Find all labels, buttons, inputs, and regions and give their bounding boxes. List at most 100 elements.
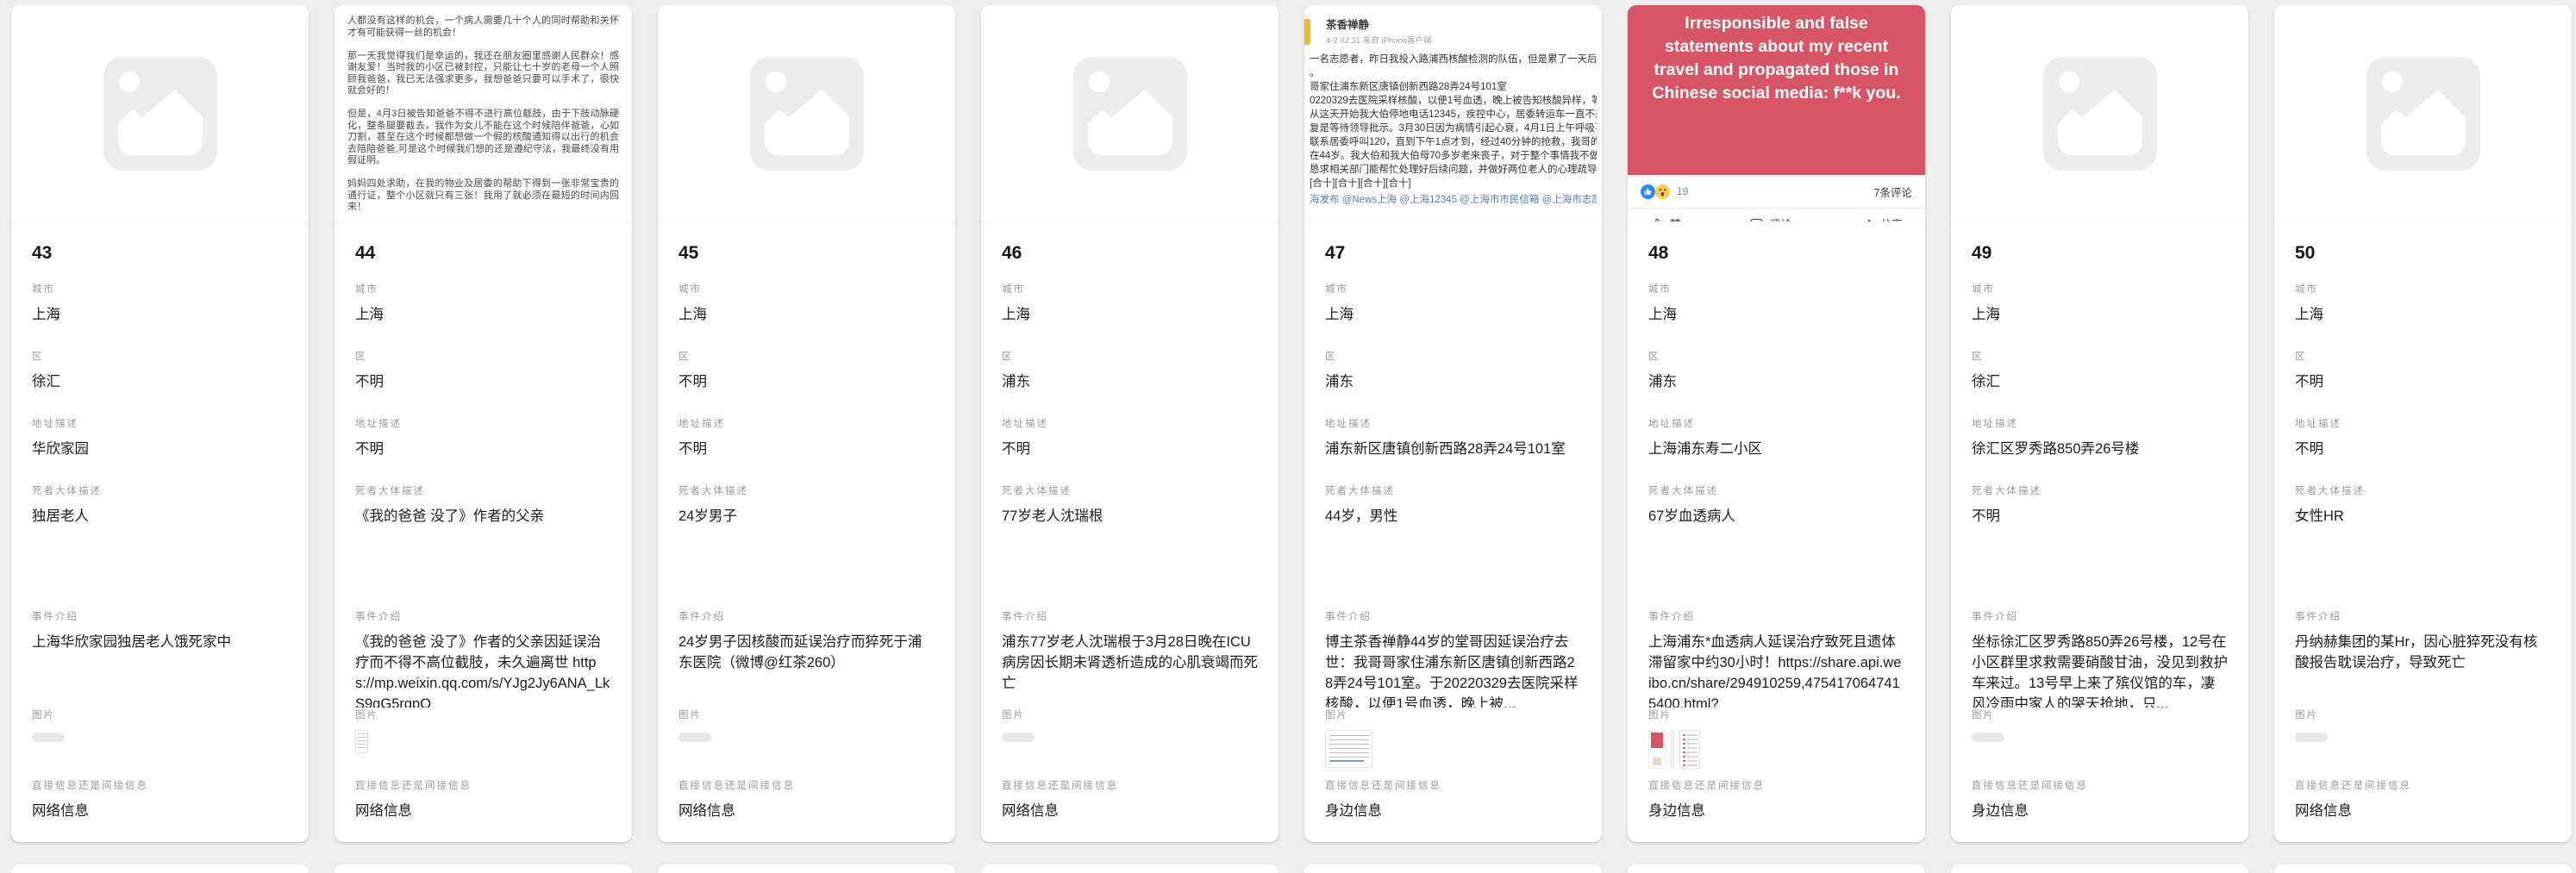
next-row-card-top[interactable] <box>1951 864 2248 873</box>
field-label-event: 事件介绍 <box>678 609 935 623</box>
field-label-district: 区 <box>1648 349 1904 363</box>
field-label-direct: 直接信息还是间接信息 <box>1972 778 2228 792</box>
field-label-direct: 直接信息还是间接信息 <box>355 778 611 792</box>
field-value-city: 上海 <box>355 304 611 325</box>
image-thumbnail[interactable] <box>678 733 711 742</box>
field-label-district: 区 <box>1002 349 1258 363</box>
field-label-image: 图片 <box>355 708 611 721</box>
share-button[interactable]: 分享 <box>1860 215 1903 222</box>
field-value-victim: 77岁老人沈瑞根 <box>1002 506 1258 527</box>
field-label-victim: 死者大体描述 <box>355 483 611 497</box>
field-label-district: 区 <box>355 349 611 363</box>
field-label-address: 地址描述 <box>1972 416 2228 430</box>
field-value-city: 上海 <box>32 304 288 325</box>
image-thumbnail[interactable] <box>355 730 368 753</box>
field-value-address: 不明 <box>355 439 611 459</box>
card-number: 48 <box>1648 243 1904 264</box>
field-value-direct: 身边信息 <box>1972 801 2228 821</box>
field-label-district: 区 <box>32 349 288 363</box>
image-thumbnail[interactable] <box>2295 733 2328 742</box>
field-label-image: 图片 <box>1648 708 1904 721</box>
field-label-district: 区 <box>2295 349 2551 363</box>
case-card-50[interactable]: 50 城市上海 区不明 地址描述不明 死者大体描述女性HR 事件介绍丹纳赫集团的… <box>2274 5 2572 842</box>
weibo-screenshot: 茶香禅静 4-2 02:31 来自 iPhone客户端 一名志愿者，昨日我投入路… <box>1304 5 1602 222</box>
case-card-45[interactable]: 45 城市上海 区不明 地址描述不明 死者大体描述24岁男子 事件介绍24岁男子… <box>658 5 955 842</box>
field-value-city: 上海 <box>1002 304 1258 325</box>
field-label-direct: 直接信息还是间接信息 <box>2295 778 2551 792</box>
image-thumbnail[interactable] <box>1325 730 1372 768</box>
article-screenshot-text: 人都没有这样的机会，一个病人需要几十个人的同时帮助和关怀才有可能获得一丝的机会！… <box>335 5 632 221</box>
field-label-address: 地址描述 <box>678 416 935 430</box>
card-media <box>658 5 955 222</box>
case-card-46[interactable]: 46 城市上海 区浦东 地址描述不明 死者大体描述77岁老人沈瑞根 事件介绍浦东… <box>981 5 1279 842</box>
field-label-direct: 直接信息还是间接信息 <box>1648 778 1904 792</box>
field-value-victim: 44岁，男性 <box>1325 506 1581 527</box>
like-button[interactable]: 赞 <box>1650 215 1681 222</box>
field-value-direct: 网络信息 <box>32 801 288 821</box>
image-thumbnail[interactable] <box>1670 730 1675 769</box>
red-post-block: Irresponsible and false statements about… <box>1628 5 1925 175</box>
field-value-city: 上海 <box>1325 304 1581 325</box>
field-label-address: 地址描述 <box>1648 416 1904 430</box>
article-screenshot: 人都没有这样的机会，一个病人需要几十个人的同时帮助和关怀才有可能获得一丝的机会！… <box>335 5 632 222</box>
case-card-48[interactable]: Irresponsible and false statements about… <box>1628 5 1925 842</box>
field-label-event: 事件介绍 <box>355 609 611 623</box>
case-card-49[interactable]: 49 城市上海 区徐汇 地址描述徐汇区罗秀路850弄26号楼 死者大体描述不明 … <box>1951 5 2248 842</box>
image-thumbnail[interactable] <box>32 733 65 742</box>
field-label-district: 区 <box>678 349 935 363</box>
share-icon <box>1860 216 1875 222</box>
field-label-city: 城市 <box>32 282 288 296</box>
image-thumbnail[interactable] <box>1679 730 1700 769</box>
field-label-event: 事件介绍 <box>1002 609 1258 623</box>
field-value-district: 浦东 <box>1002 371 1258 392</box>
field-value-city: 上海 <box>678 304 935 325</box>
field-label-victim: 死者大体描述 <box>678 483 935 497</box>
field-label-event: 事件介绍 <box>1648 609 1904 623</box>
image-placeholder-icon <box>750 57 864 171</box>
field-value-district: 不明 <box>2295 371 2551 392</box>
card-number: 47 <box>1325 243 1581 264</box>
next-row-card-top[interactable] <box>335 864 632 873</box>
case-card-43[interactable]: 43 城市上海 区徐汇 地址描述华欣家园 死者大体描述独居老人 事件介绍上海华欣… <box>11 5 309 842</box>
next-row-card-top[interactable] <box>1304 864 1602 873</box>
next-row-card-top[interactable] <box>658 864 955 873</box>
field-value-victim: 24岁男子 <box>678 506 935 527</box>
image-placeholder-icon <box>2367 57 2480 171</box>
field-label-city: 城市 <box>355 282 611 296</box>
field-value-event: 浦东77岁老人沈瑞根于3月28日晚在ICU病房因长期未肾透析造成的心肌衰竭而死亡 <box>1002 632 1258 694</box>
field-label-victim: 死者大体描述 <box>2295 483 2551 497</box>
field-label-district: 区 <box>1325 349 1581 363</box>
image-thumbnail[interactable] <box>1648 730 1666 769</box>
comment-count: 7条评论 <box>1874 184 1912 200</box>
field-value-direct: 身边信息 <box>1648 801 1904 821</box>
comment-button[interactable]: 评论 <box>1749 215 1791 222</box>
field-label-event: 事件介绍 <box>1972 609 2228 623</box>
next-row-card-top[interactable] <box>2274 864 2572 873</box>
weibo-mentions-links[interactable]: 海发布 @News上海 @上海12345 @上海市市民信箱 @上海市志愿者协会 <box>1310 192 1597 206</box>
next-row-card-top[interactable] <box>11 864 309 873</box>
weibo-timestamp: 4-2 02:31 来自 iPhone客户端 <box>1326 34 1597 46</box>
field-value-direct: 网络信息 <box>1002 801 1258 821</box>
case-card-47[interactable]: 茶香禅静 4-2 02:31 来自 iPhone客户端 一名志愿者，昨日我投入路… <box>1304 5 1602 842</box>
red-post-text: Irresponsible and false statements about… <box>1648 12 1904 105</box>
next-row-card-top[interactable] <box>981 864 1279 873</box>
case-card-44[interactable]: 人都没有这样的机会，一个病人需要几十个人的同时帮助和关怀才有可能获得一丝的机会！… <box>335 5 632 842</box>
image-placeholder-icon <box>1073 57 1187 171</box>
field-label-city: 城市 <box>1972 282 2228 296</box>
field-label-event: 事件介绍 <box>1325 609 1581 623</box>
next-row-card-top[interactable] <box>1628 864 1925 873</box>
field-value-district: 浦东 <box>1648 371 1904 392</box>
field-value-event: 博主茶香禅静44岁的堂哥因延误治疗去世：我哥哥家住浦东新区唐镇创新西路28弄24… <box>1325 632 1581 708</box>
card-media <box>981 5 1279 222</box>
field-label-image: 图片 <box>1002 708 1258 721</box>
field-label-city: 城市 <box>2295 282 2551 296</box>
field-value-district: 徐汇 <box>1972 371 2228 392</box>
field-label-direct: 直接信息还是间接信息 <box>32 778 288 792</box>
image-thumbnail[interactable] <box>1002 733 1035 742</box>
field-value-direct: 网络信息 <box>355 801 611 821</box>
field-value-address: 浦东新区唐镇创新西路28弄24号101室 <box>1325 439 1581 459</box>
image-thumbnail[interactable] <box>1972 733 2004 742</box>
field-label-image: 图片 <box>32 708 288 721</box>
reaction-count: 19 <box>1677 185 1688 197</box>
social-post-screenshot: Irresponsible and false statements about… <box>1628 5 1925 222</box>
